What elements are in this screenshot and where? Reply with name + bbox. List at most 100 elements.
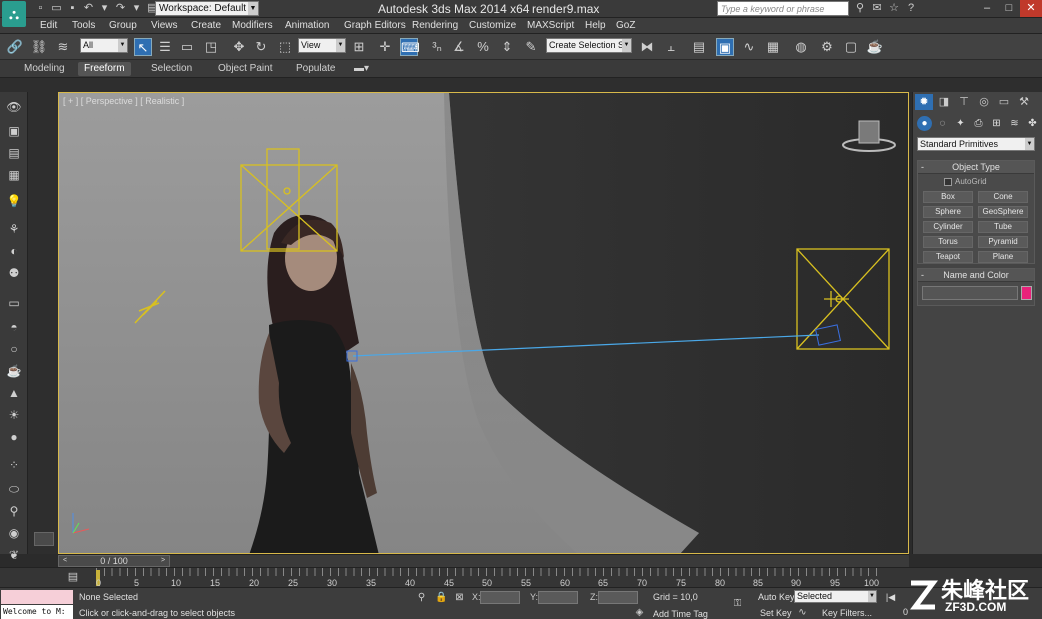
walk-through-icon[interactable]: ⚘ <box>5 220 23 238</box>
link-icon[interactable]: 🔗 <box>6 38 24 56</box>
sphere-button[interactable]: Sphere <box>923 206 973 218</box>
hierarchy-tab-icon[interactable]: ⊤ <box>955 94 973 110</box>
perspective-viewport[interactable]: [ + ] [ Perspective ] [ Realistic ] <box>58 92 909 554</box>
particles-icon[interactable]: ⁘ <box>5 456 23 474</box>
sun-icon[interactable]: ☀ <box>5 406 23 424</box>
add-time-tag-icon[interactable]: ◈ <box>633 606 646 619</box>
schematic-view-icon[interactable]: ▦ <box>764 38 782 56</box>
object-name-field[interactable] <box>922 286 1018 300</box>
pin-icon[interactable]: ⚲ <box>415 591 428 604</box>
render-icon[interactable]: ▣ <box>5 122 23 140</box>
edit-named-selection-icon[interactable]: ✎ <box>522 38 540 56</box>
selection-filter-dropdown[interactable]: All ▼ <box>80 38 128 53</box>
new-file-icon[interactable]: ▫ <box>34 2 47 15</box>
layers-icon[interactable]: ▤ <box>5 144 23 162</box>
pan-icon[interactable]: ◐ <box>5 242 23 260</box>
bind-space-warp-icon[interactable]: ≋ <box>54 38 72 56</box>
pivot-center-icon[interactable]: ⊞ <box>350 38 368 56</box>
spinner-snap-icon[interactable]: ⇕ <box>498 38 516 56</box>
space-warps-icon[interactable]: ≋ <box>1007 116 1022 131</box>
keyboard-shortcut-override-icon[interactable]: ⌨ <box>400 38 420 56</box>
lights-icon[interactable]: ✦ <box>953 116 968 131</box>
display-tab-icon[interactable]: ▭ <box>995 94 1013 110</box>
chevron-left-icon[interactable]: < <box>61 556 69 566</box>
viewport-label[interactable]: [ + ] [ Perspective ] [ Realistic ] <box>63 96 184 106</box>
plant-icon[interactable]: ❦ <box>5 546 23 564</box>
tab-freeform[interactable]: Freeform <box>78 62 131 76</box>
close-button[interactable]: ✕ <box>1020 0 1042 17</box>
curve-editor-icon[interactable]: ∿ <box>740 38 758 56</box>
teapot-icon[interactable]: ☕ <box>5 362 23 380</box>
lock-selection-icon[interactable]: 🔒 <box>435 591 448 604</box>
communication-center-icon[interactable]: ✉ <box>870 1 884 15</box>
graphite-ribbon-icon[interactable]: ▣ <box>716 38 734 56</box>
gizmo-icon[interactable]: ⚉ <box>5 264 23 282</box>
app-menu-button[interactable]: ⛬ <box>2 1 26 27</box>
plane-button[interactable]: Plane <box>978 251 1028 263</box>
set-key-button[interactable]: Set Key <box>760 608 792 618</box>
sphere-icon[interactable]: ○ <box>5 340 23 358</box>
rotate-icon[interactable]: ↻ <box>252 38 270 56</box>
percent-snap-icon[interactable]: % <box>474 38 492 56</box>
key-mode-dropdown[interactable]: Selected ▼ <box>794 590 877 603</box>
geometry-icon[interactable]: ● <box>917 116 932 131</box>
ribbon-options-icon[interactable]: ▬▾ <box>348 62 375 76</box>
search-input[interactable]: Type a keyword or phrase <box>717 1 849 16</box>
menu-rendering[interactable]: Rendering <box>412 20 458 31</box>
window-crossing-icon[interactable]: ◳ <box>202 38 220 56</box>
rectangular-selection-icon[interactable]: ▭ <box>178 38 196 56</box>
circle-icon[interactable]: ● <box>5 428 23 446</box>
undo-icon[interactable]: ↶ <box>82 2 95 15</box>
box-button[interactable]: Box <box>923 191 973 203</box>
mini-curve-editor-icon[interactable]: ▤ <box>66 570 80 584</box>
layer-manager-icon[interactable]: ▤ <box>690 38 708 56</box>
teapot-button[interactable]: Teapot <box>923 251 973 263</box>
unlink-icon[interactable]: ⛓ <box>30 38 48 56</box>
cone-icon[interactable]: ▲ <box>5 384 23 402</box>
geosphere-button[interactable]: GeoSphere <box>978 206 1028 218</box>
menu-group[interactable]: Group <box>109 20 137 31</box>
pyramid-button[interactable]: Pyramid <box>978 236 1028 248</box>
menu-animation[interactable]: Animation <box>285 20 329 31</box>
menu-tools[interactable]: Tools <box>72 20 95 31</box>
binoculars-icon[interactable]: ⚲ <box>853 1 867 15</box>
absolute-mode-icon[interactable]: ⊠ <box>453 591 466 604</box>
track-bar[interactable]: ▤ 0 5 10 15 20 25 30 35 40 45 50 55 60 6… <box>0 567 1042 588</box>
shapes-icon[interactable]: ◌ <box>935 116 950 131</box>
select-manipulate-icon[interactable]: ✛ <box>376 38 394 56</box>
autogrid-checkbox[interactable]: AutoGrid <box>944 177 987 186</box>
scale-icon[interactable]: ⬚ <box>276 38 294 56</box>
align-icon[interactable]: ⫠ <box>662 38 680 56</box>
cone-button[interactable]: Cone <box>978 191 1028 203</box>
key-icon[interactable]: ⚿ <box>731 597 744 610</box>
add-time-tag[interactable]: Add Time Tag <box>653 609 708 619</box>
select-object-icon[interactable]: ↖ <box>134 38 152 56</box>
light-bulb-icon[interactable]: 💡 <box>5 192 23 210</box>
maxscript-listener-top[interactable] <box>1 590 73 604</box>
plane-icon[interactable]: ▭ <box>5 294 23 312</box>
x-coord-field[interactable] <box>480 591 520 604</box>
torus-button[interactable]: Torus <box>923 236 973 248</box>
maximize-button[interactable]: □ <box>998 0 1020 17</box>
utilities-tab-icon[interactable]: ⚒ <box>1015 94 1033 110</box>
motion-tab-icon[interactable]: ◎ <box>975 94 993 110</box>
select-by-name-icon[interactable]: ☰ <box>156 38 174 56</box>
favorites-icon[interactable]: ☆ <box>887 1 901 15</box>
modify-tab-icon[interactable]: ◨ <box>935 94 953 110</box>
mirror-icon[interactable]: ⧓ <box>638 38 656 56</box>
rendered-frame-window-icon[interactable]: ▢ <box>842 38 860 56</box>
cameras-icon[interactable]: ⎙ <box>971 116 986 131</box>
menu-goz[interactable]: GoZ <box>616 20 635 31</box>
redo-icon[interactable]: ↷ <box>114 2 127 15</box>
menu-modifiers[interactable]: Modifiers <box>232 20 273 31</box>
redo-dropdown-icon[interactable]: ▾ <box>130 2 143 15</box>
key-curve-icon[interactable]: ∿ <box>796 606 809 619</box>
z-coord-field[interactable] <box>598 591 638 604</box>
systems-icon[interactable]: ✤ <box>1025 116 1040 131</box>
tab-modeling[interactable]: Modeling <box>18 62 71 76</box>
open-file-icon[interactable]: ▭ <box>50 2 63 15</box>
go-to-start-icon[interactable]: |◀ <box>884 591 897 603</box>
auto-key-button[interactable]: Auto Key <box>758 592 795 602</box>
create-tab-icon[interactable]: ✹ <box>915 94 933 110</box>
snaps-toggle-icon[interactable]: ³ₙ <box>428 38 446 56</box>
